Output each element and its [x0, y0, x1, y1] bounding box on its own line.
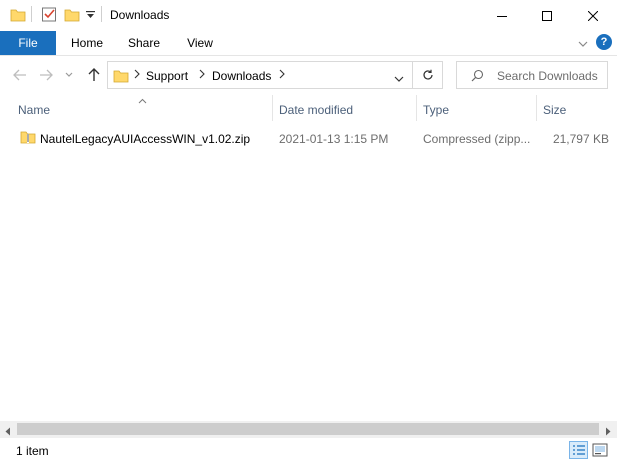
search-icon	[471, 69, 484, 85]
column-headers: Name Date modified Type Size	[0, 95, 617, 123]
folder-icon	[10, 7, 26, 23]
customize-toolbar-dropdown-icon[interactable]	[86, 9, 95, 23]
file-type: Compressed (zipp...	[423, 132, 531, 146]
properties-icon[interactable]	[41, 6, 58, 23]
status-bar: 1 item	[0, 439, 617, 462]
scrollbar-thumb[interactable]	[17, 423, 599, 435]
back-button[interactable]	[10, 56, 30, 94]
maximize-icon	[542, 10, 552, 21]
window-title: Downloads	[110, 8, 170, 22]
file-name[interactable]: NautelLegacyAUIAccessWIN_v1.02.zip	[40, 132, 250, 146]
large-icons-view-button[interactable]	[592, 442, 608, 461]
tab-view[interactable]: View	[176, 31, 224, 55]
column-divider[interactable]	[272, 95, 273, 121]
breadcrumb-chevron-icon[interactable]	[198, 67, 206, 84]
details-view-icon	[573, 445, 585, 455]
divider	[31, 6, 32, 22]
help-icon[interactable]: ?	[596, 34, 612, 50]
up-arrow-icon	[88, 68, 100, 81]
file-size: 21,797 KB	[552, 132, 609, 146]
column-header-date-modified[interactable]: Date modified	[279, 103, 353, 117]
minimize-icon	[497, 15, 507, 17]
sort-ascending-icon	[138, 93, 147, 107]
scroll-left-icon[interactable]	[4, 425, 12, 439]
close-button[interactable]	[570, 0, 616, 31]
horizontal-scrollbar[interactable]	[0, 421, 617, 438]
item-count: 1 item	[16, 444, 49, 458]
expand-ribbon-icon[interactable]	[578, 37, 588, 51]
search-input[interactable]: Search Downloads	[497, 69, 598, 83]
column-header-type[interactable]: Type	[423, 103, 449, 117]
table-row[interactable]: NautelLegacyAUIAccessWIN_v1.02.zip 2021-…	[0, 124, 617, 152]
column-divider[interactable]	[536, 95, 537, 121]
column-header-size[interactable]: Size	[543, 103, 566, 117]
folder-icon	[113, 68, 129, 87]
search-box[interactable]: Search Downloads	[456, 61, 608, 89]
file-date-modified: 2021-01-13 1:15 PM	[279, 132, 389, 146]
tab-file[interactable]: File	[0, 31, 56, 55]
breadcrumb-chevron-icon[interactable]	[133, 67, 141, 84]
large-icons-view-icon	[592, 443, 608, 457]
forward-arrow-icon	[40, 69, 53, 81]
divider	[101, 6, 102, 22]
zip-folder-icon	[20, 129, 36, 148]
chevron-down-icon	[65, 72, 73, 77]
up-button[interactable]	[85, 56, 103, 94]
forward-button[interactable]	[36, 56, 56, 94]
refresh-button[interactable]	[413, 61, 443, 89]
address-bar[interactable]: Support Downloads	[107, 61, 413, 89]
column-divider[interactable]	[416, 95, 417, 121]
minimize-button[interactable]	[479, 0, 525, 31]
maximize-button[interactable]	[524, 0, 570, 31]
title-bar: Downloads	[0, 0, 617, 31]
column-header-name[interactable]: Name	[18, 103, 50, 117]
ribbon-tabs: File Home Share View ?	[0, 31, 617, 56]
breadcrumb-chevron-icon[interactable]	[278, 67, 286, 84]
tab-share[interactable]: Share	[118, 31, 170, 55]
recent-locations-button[interactable]	[62, 56, 76, 94]
close-icon	[588, 10, 598, 21]
tab-home[interactable]: Home	[62, 31, 112, 55]
address-history-dropdown-icon[interactable]	[394, 72, 404, 86]
refresh-icon	[422, 69, 433, 80]
breadcrumb-support[interactable]: Support	[146, 69, 188, 83]
back-arrow-icon	[13, 69, 26, 81]
navigation-bar: Support Downloads Search Downloads	[0, 56, 617, 94]
details-view-button[interactable]	[569, 441, 588, 459]
breadcrumb-downloads[interactable]: Downloads	[212, 69, 271, 83]
new-folder-icon[interactable]	[64, 7, 80, 23]
scroll-right-icon[interactable]	[604, 425, 612, 439]
